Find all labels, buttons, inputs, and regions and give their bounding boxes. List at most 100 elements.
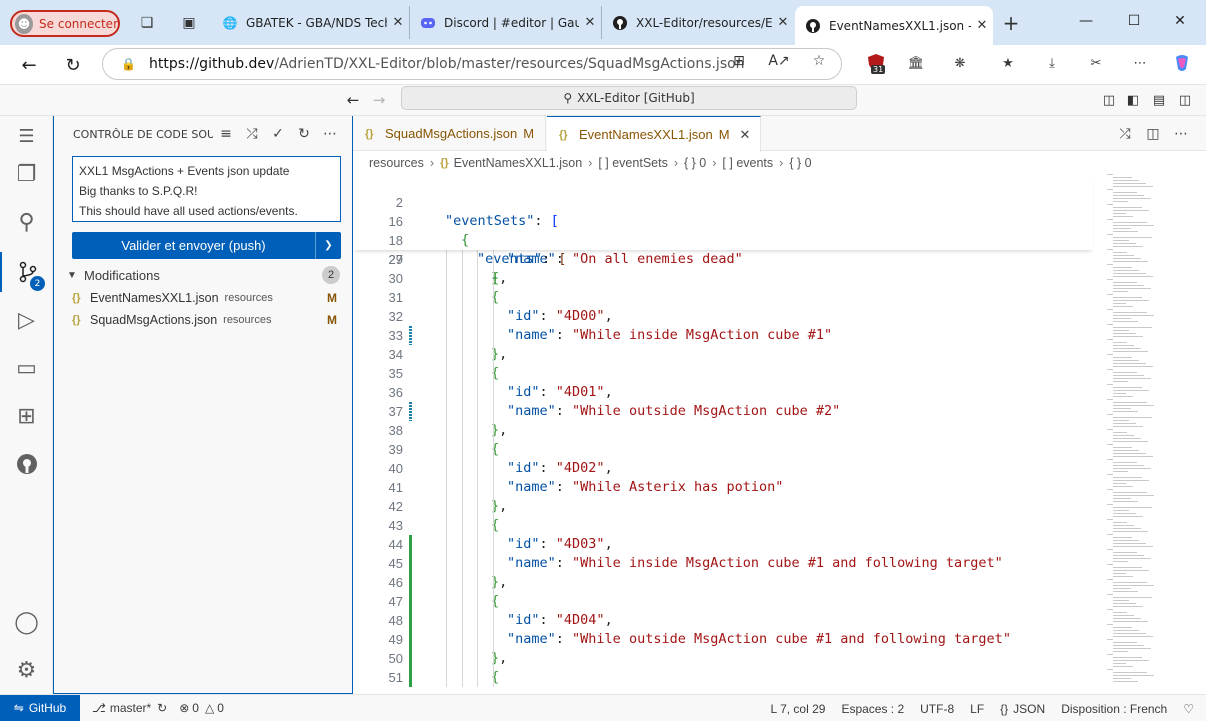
code-line[interactable]: 46}, [353, 573, 1093, 592]
encoding[interactable]: UTF-8 [920, 702, 954, 716]
minimap[interactable] [1105, 174, 1185, 694]
accounts-icon[interactable]: ◯ [0, 602, 53, 642]
remote-explorer-icon[interactable]: ▭ [0, 348, 53, 388]
extensions-icon[interactable]: ❋ [950, 53, 970, 73]
added-line-marker[interactable] [409, 630, 412, 649]
close-icon[interactable]: ✕ [387, 15, 409, 30]
more-actions-icon[interactable]: ⋯ [1171, 124, 1191, 144]
breadcrumb-item[interactable]: { } 0 [789, 156, 811, 170]
extensions-icon[interactable]: ⊞ [0, 396, 53, 436]
bank-extension-icon[interactable]: 🏛 [906, 53, 926, 73]
screenshot-icon[interactable]: ✂ [1086, 53, 1106, 73]
create-pull-request-icon[interactable]: ⤮ [239, 123, 265, 145]
code-line[interactable]: 41 "name": "While Asterix has potion" [353, 478, 1093, 497]
browser-tab-gbatek[interactable]: 🌐 GBATEK - GBA/NDS Tech ✕ [212, 6, 410, 39]
code-line[interactable]: 36 "id": "4D01", [353, 383, 1093, 402]
window-close-icon[interactable]: ✕ [1160, 10, 1200, 32]
code-line[interactable]: 44 "id": "4D03", [353, 535, 1093, 554]
code-line[interactable]: 30}, [353, 269, 1093, 288]
editor-tab-eventnames[interactable]: {} EventNamesXXL1.json M ✕ [547, 116, 761, 152]
problems-indicator[interactable]: ⊗ 0 △ 0 [179, 701, 224, 715]
added-line-marker[interactable] [409, 668, 412, 687]
code-line[interactable]: 29 "name": "On all enemies dead" [353, 250, 1093, 269]
code-line[interactable]: 45 "name": "While inside MsgAction cube #… [353, 554, 1093, 573]
code-line[interactable]: 49 "name": "While outside MsgAction cube … [353, 630, 1093, 649]
app-available-icon[interactable]: ⊞ [730, 52, 748, 70]
toggle-primary-sidebar-icon[interactable]: ◧ [1124, 91, 1142, 109]
minimize-icon[interactable]: — [1066, 10, 1106, 32]
code-line[interactable]: 33 "name": "While inside MsgAction cube #… [353, 326, 1093, 345]
commit-check-icon[interactable]: ✓ [265, 123, 291, 145]
maximize-icon[interactable]: ☐ [1114, 10, 1154, 32]
tab-actions-icon[interactable]: ▣ [180, 14, 198, 32]
code-line[interactable]: 32 "id": "4D00", [353, 307, 1093, 326]
signin-button[interactable]: ☻ Se connecter [10, 10, 120, 37]
breadcrumb-item[interactable]: [ ] eventSets [598, 156, 667, 170]
ublock-extension-icon[interactable]: 31 [866, 53, 886, 74]
breadcrumb-item[interactable]: { } 0 [684, 156, 706, 170]
added-line-marker[interactable] [409, 535, 412, 554]
code-line[interactable]: 48 "id": "4D04", [353, 611, 1093, 630]
go-back-icon[interactable]: ← [344, 91, 362, 109]
new-tab-icon[interactable]: + [1002, 11, 1020, 35]
editor-scrollbar[interactable] [1093, 232, 1101, 721]
sticky-line[interactable]: 16 { [353, 193, 1093, 248]
sticky-scroll-header[interactable]: 2 "eventSets": [ 16 { 18 "events": [ 27 … [353, 174, 1093, 286]
settings-gear-icon[interactable]: ⚙ [0, 650, 53, 690]
notifications-bell-icon[interactable]: ♡ [1183, 702, 1194, 716]
more-icon[interactable]: ⋯ [1130, 53, 1150, 73]
code-line[interactable]: 31{ [353, 288, 1093, 307]
added-line-marker[interactable] [409, 611, 412, 630]
copilot-icon[interactable] [1172, 53, 1192, 73]
view-as-tree-icon[interactable]: ≡ [213, 123, 239, 145]
code-line[interactable]: 37 "name": "While outside MsgAction cube … [353, 402, 1093, 421]
code-line[interactable]: 50}, [353, 649, 1093, 668]
code-line[interactable]: 40 "id": "4D02", [353, 459, 1093, 478]
code-line[interactable]: 35{ [353, 364, 1093, 383]
remote-indicator[interactable]: ⇋ GitHub [0, 694, 80, 721]
commit-message-input[interactable]: XXL1 MsgActions + Events json update Big… [72, 156, 341, 222]
favorites-icon[interactable]: ★ [998, 53, 1018, 73]
github-icon[interactable] [0, 444, 53, 484]
sticky-line[interactable]: 18 "events": [ [353, 212, 1093, 267]
code-line[interactable]: 47{ [353, 592, 1093, 611]
customize-layout-icon[interactable]: ◫ [1100, 91, 1118, 109]
changes-section-header[interactable]: ▼ Modifications 2 [54, 264, 352, 286]
modified-line-marker[interactable] [409, 326, 412, 345]
workspaces-icon[interactable]: ❏ [138, 14, 156, 32]
command-center[interactable]: ⚲ XXL-Editor [GitHub] [401, 86, 857, 110]
added-line-marker[interactable] [409, 649, 412, 668]
branch-indicator[interactable]: ⎇ master* ↻ [92, 701, 167, 715]
code-line[interactable]: 51{ [353, 668, 1093, 687]
commit-push-button[interactable]: Valider et envoyer (push) ❯ [72, 232, 341, 259]
added-line-marker[interactable] [409, 592, 412, 611]
code-line[interactable]: 39{ [353, 440, 1093, 459]
code-line[interactable]: 43{ [353, 516, 1093, 535]
search-icon[interactable]: ⚲ [0, 202, 53, 242]
end-of-line[interactable]: LF [970, 702, 984, 716]
close-icon[interactable]: ✕ [971, 18, 993, 33]
breadcrumb-item[interactable]: resources [369, 156, 424, 170]
code-line[interactable]: 42}, [353, 497, 1093, 516]
read-aloud-icon[interactable]: A↗ [768, 52, 789, 70]
more-actions-icon[interactable]: ⋯ [317, 123, 343, 145]
indentation[interactable]: Espaces : 2 [841, 702, 904, 716]
keyboard-layout[interactable]: Disposition : French [1061, 702, 1167, 716]
browser-tab-eventnames[interactable]: EventNamesXXL1.json - X ✕ [795, 6, 993, 45]
refresh-icon[interactable]: ↻ [291, 123, 317, 145]
close-icon[interactable]: ✕ [772, 15, 794, 30]
toggle-secondary-sidebar-icon[interactable]: ◫ [1176, 91, 1194, 109]
editor-tab-squadmsgactions[interactable]: {} SquadMsgActions.json M [353, 116, 546, 151]
code-line[interactable]: 34}, [353, 345, 1093, 364]
breadcrumb-item[interactable]: [ ] events [722, 156, 773, 170]
refresh-icon[interactable]: ↻ [60, 52, 86, 78]
close-icon[interactable]: ✕ [579, 15, 601, 30]
browser-tab-github-resources[interactable]: XXL-Editor/resources/Eve ✕ [602, 6, 794, 39]
run-debug-icon[interactable]: ▷ [0, 300, 53, 340]
sticky-line[interactable]: 27 { [353, 231, 1093, 286]
changed-file-item[interactable]: {} EventNamesXXL1.json resources M [54, 287, 352, 309]
language-mode[interactable]: {} JSON [1000, 702, 1045, 716]
close-icon[interactable]: ✕ [740, 127, 751, 143]
code-line[interactable]: 38}, [353, 421, 1093, 440]
chevron-down-icon[interactable]: ❯ [315, 232, 341, 259]
